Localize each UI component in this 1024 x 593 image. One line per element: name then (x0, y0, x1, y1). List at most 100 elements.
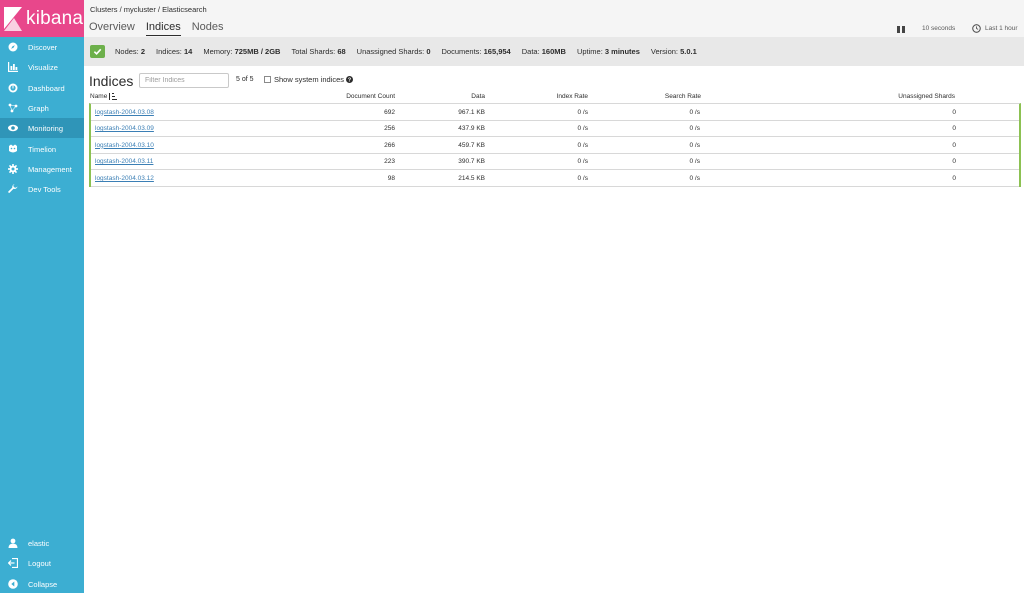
collapse-icon (8, 579, 18, 589)
help-icon[interactable]: ? (346, 76, 354, 83)
cell-index-rate: 0 /s (577, 158, 588, 166)
top-header: Clusters / mycluster / Elasticsearch Ove… (84, 0, 1024, 37)
cell-search-rate: 0 /s (689, 108, 700, 116)
sidebar: kibana Discover Visualize Dashboard Grap… (0, 0, 84, 593)
cell-unassigned-shards: 0 (952, 125, 956, 133)
time-range-picker[interactable]: Last 1 hour (972, 24, 1018, 33)
sort-ascending-icon (109, 93, 118, 100)
breadcrumb[interactable]: Clusters / mycluster / Elasticsearch (90, 5, 207, 14)
gear-icon (8, 164, 18, 174)
show-system-indices-toggle[interactable]: Show system indices ? (264, 75, 354, 84)
column-header-index-rate[interactable]: Index Rate (557, 93, 588, 100)
filter-indices-input[interactable] (139, 73, 229, 88)
logout-icon (8, 558, 18, 568)
graph-icon (8, 103, 18, 113)
tab-indices[interactable]: Indices (145, 21, 181, 36)
table-row: logstash-2004.03.11 223 390.7 KB 0 /s 0 /s 0 (91, 154, 1019, 171)
sidebar-item-graph[interactable]: Graph (0, 98, 84, 118)
stat-version: Version: 5.0.1 (650, 47, 697, 56)
cell-search-rate: 0 /s (689, 125, 700, 133)
cell-unassigned-shards: 0 (952, 158, 956, 166)
tab-nodes[interactable]: Nodes (192, 21, 224, 36)
sidebar-item-timelion[interactable]: Timelion (0, 139, 84, 159)
kibana-logo[interactable]: kibana (0, 0, 84, 37)
svg-text:?: ? (348, 78, 352, 83)
column-header-search-rate[interactable]: Search Rate (665, 93, 701, 100)
sidebar-item-discover[interactable]: Discover (0, 37, 84, 57)
table-row: logstash-2004.03.08 692 967.1 KB 0 /s 0 /s 0 (91, 104, 1019, 121)
table-row: logstash-2004.03.10 266 459.7 KB 0 /s 0 /s 0 (91, 137, 1019, 154)
kibana-logo-icon (4, 6, 22, 31)
table-row: logstash-2004.03.12 98 214.5 KB 0 /s 0 /s 0 (91, 170, 1019, 187)
sidebar-user-elastic[interactable]: elastic (0, 533, 84, 553)
column-header-data[interactable]: Data (471, 93, 485, 100)
sidebar-item-label: Dev Tools (28, 184, 61, 194)
cell-index-rate: 0 /s (577, 125, 588, 133)
refresh-interval[interactable]: 10 seconds (922, 25, 955, 32)
cell-document-count: 266 (384, 141, 395, 149)
column-header-unassigned-shards[interactable]: Unassigned Shards (898, 93, 955, 100)
cell-index-rate: 0 /s (577, 108, 588, 116)
indices-table: logstash-2004.03.08 692 967.1 KB 0 /s 0 /s 0 l… (89, 103, 1021, 187)
sidebar-item-label: Monitoring (28, 123, 64, 133)
cell-index-rate: 0 /s (577, 174, 588, 182)
cell-data: 459.7 KB (458, 141, 485, 149)
dashboard-icon (8, 83, 18, 93)
index-name-link[interactable]: logstash-2004.03.08 (95, 109, 154, 116)
sidebar-item-management[interactable]: Management (0, 159, 84, 179)
cell-data: 214.5 KB (458, 174, 485, 182)
tab-overview[interactable]: Overview (89, 21, 135, 36)
stat-memory: Memory: 725MB / 2GB (203, 47, 281, 56)
cell-unassigned-shards: 0 (952, 108, 956, 116)
user-icon (8, 538, 18, 548)
sidebar-collapse[interactable]: Collapse (0, 574, 84, 593)
index-name-link[interactable]: logstash-2004.03.09 (95, 125, 154, 132)
stat-total-shards: Total Shards: 68 (291, 47, 346, 56)
stat-documents: Documents: 165,954 (441, 47, 511, 56)
stat-unassigned-shards: Unassigned Shards: 0 (356, 47, 431, 56)
sidebar-item-dev-tools[interactable]: Dev Tools (0, 179, 84, 199)
sidebar-logout[interactable]: Logout (0, 553, 84, 573)
cell-document-count: 98 (387, 174, 395, 182)
column-header-name[interactable]: Name (90, 93, 118, 100)
sidebar-item-label: Timelion (28, 144, 57, 154)
cell-unassigned-shards: 0 (952, 174, 956, 182)
wrench-icon (8, 184, 18, 194)
cell-index-rate: 0 /s (577, 141, 588, 149)
sidebar-item-label: Discover (28, 42, 58, 52)
cell-unassigned-shards: 0 (952, 141, 956, 149)
show-system-indices-label: Show system indices (274, 75, 345, 84)
bar-chart-icon (8, 62, 18, 72)
sidebar-item-label: Management (28, 164, 72, 174)
clock-icon (972, 24, 981, 33)
result-count: 5 of 5 (236, 76, 254, 83)
index-name-link[interactable]: logstash-2004.03.12 (95, 175, 154, 182)
cell-data: 390.7 KB (458, 158, 485, 166)
index-name-link[interactable]: logstash-2004.03.11 (95, 158, 153, 165)
sidebar-item-label: Logout (28, 558, 51, 568)
eye-icon (8, 123, 18, 133)
cell-search-rate: 0 /s (689, 141, 700, 149)
sidebar-item-label: elastic (28, 538, 50, 548)
index-name-link[interactable]: logstash-2004.03.10 (95, 142, 154, 149)
cell-data: 437.9 KB (458, 125, 485, 133)
main-content: Indices 5 of 5 Show system indices ? Nam… (84, 66, 1024, 593)
cell-data: 967.1 KB (458, 108, 485, 116)
cell-document-count: 692 (384, 108, 395, 116)
stat-uptime: Uptime: 3 minutes (576, 47, 640, 56)
sidebar-item-visualize[interactable]: Visualize (0, 57, 84, 77)
sidebar-item-dashboard[interactable]: Dashboard (0, 78, 84, 98)
stat-data: Data: 160MB (521, 47, 566, 56)
table-header: Name Document Count Data Index Rate Sear… (84, 93, 1024, 102)
sidebar-item-label: Collapse (28, 579, 58, 589)
column-header-document-count[interactable]: Document Count (346, 93, 395, 100)
sidebar-item-label: Dashboard (28, 83, 65, 93)
status-badge (90, 45, 105, 58)
cluster-summary-bar: Nodes: 2 Indices: 14 Memory: 725MB / 2GB… (84, 37, 1024, 66)
checkmark-icon (93, 48, 102, 55)
page-title: Indices (89, 73, 134, 89)
pause-icon[interactable] (897, 26, 905, 34)
show-system-indices-checkbox[interactable] (264, 76, 271, 83)
sidebar-item-monitoring[interactable]: Monitoring (0, 118, 84, 138)
sidebar-item-label: Graph (28, 103, 49, 113)
